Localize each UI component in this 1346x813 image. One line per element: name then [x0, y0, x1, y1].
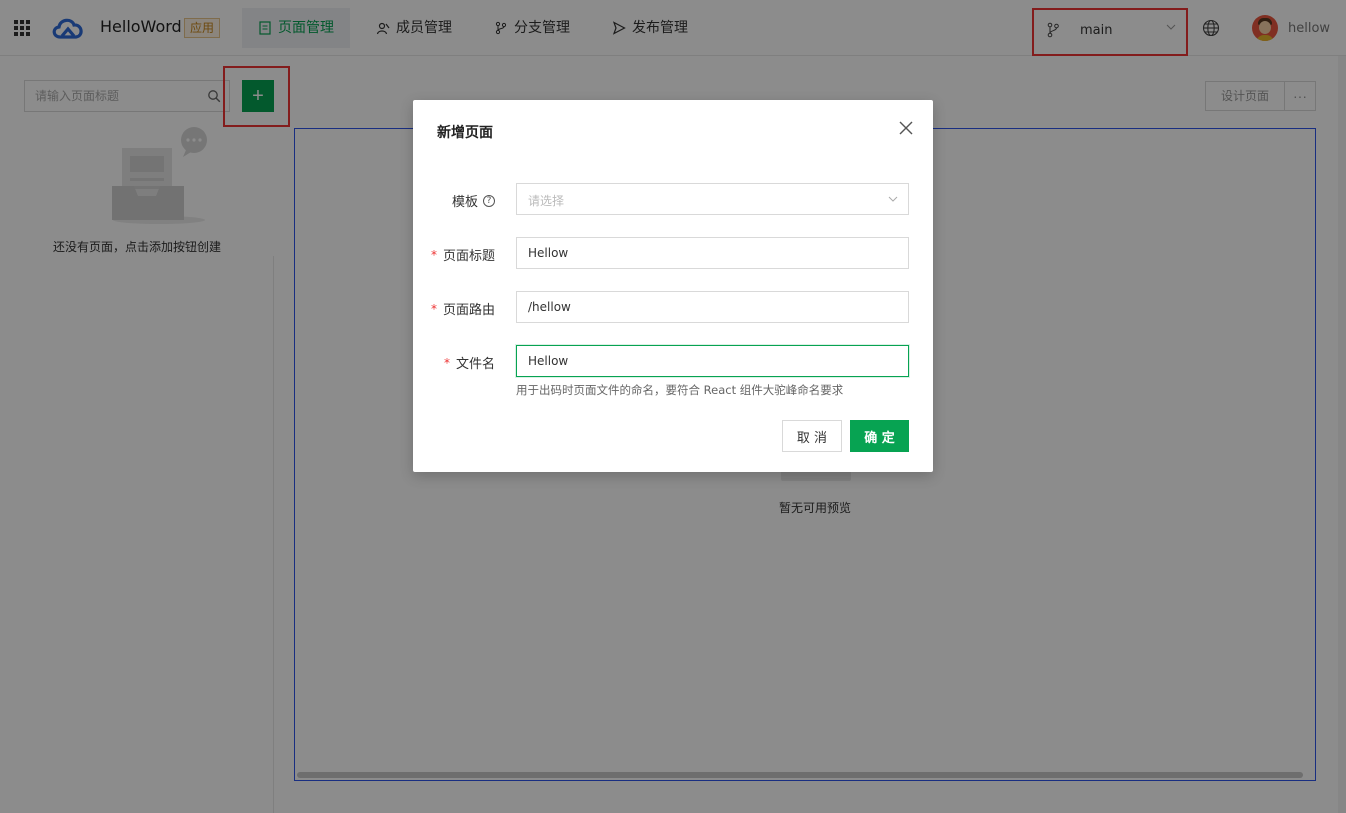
dialog-title: 新增页面 — [437, 125, 493, 141]
page-route-label-group: * 页面路由 — [430, 299, 495, 319]
template-label: 模板 — [451, 195, 478, 210]
close-icon[interactable] — [897, 119, 915, 137]
page-route-label: 页面路由 — [442, 303, 495, 318]
page-title-input[interactable] — [516, 237, 909, 269]
template-label-group: 模板 ? — [452, 191, 495, 210]
confirm-button[interactable]: 确 定 — [850, 420, 909, 452]
template-select-placeholder: 请选择 — [528, 194, 565, 208]
page-route-row: * 页面路由 — [413, 291, 933, 323]
file-name-hint: 用于出码时页面文件的命名，要符合 React 组件大驼峰命名要求 — [516, 383, 844, 397]
page-title-row: * 页面标题 — [413, 237, 933, 269]
page-route-input[interactable] — [516, 291, 909, 323]
chevron-down-icon — [888, 196, 898, 202]
help-icon[interactable]: ? — [483, 194, 495, 207]
template-select[interactable]: 请选择 — [516, 183, 909, 215]
required-mark: * — [443, 355, 450, 370]
file-name-label: 文件名 — [455, 357, 495, 372]
file-name-label-group: * 文件名 — [443, 353, 495, 373]
file-name-row: * 文件名 — [413, 345, 933, 377]
template-row: 模板 ? 请选择 — [413, 183, 933, 215]
page-title-label: 页面标题 — [442, 249, 495, 264]
required-mark: * — [430, 247, 437, 262]
new-page-dialog: 新增页面 模板 ? 请选择 * 页面标题 * 页面路由 * 文件名 — [413, 100, 933, 472]
page-title-label-group: * 页面标题 — [430, 245, 495, 265]
file-name-input[interactable] — [516, 345, 909, 377]
cancel-button[interactable]: 取 消 — [782, 420, 842, 452]
required-mark: * — [430, 301, 437, 316]
